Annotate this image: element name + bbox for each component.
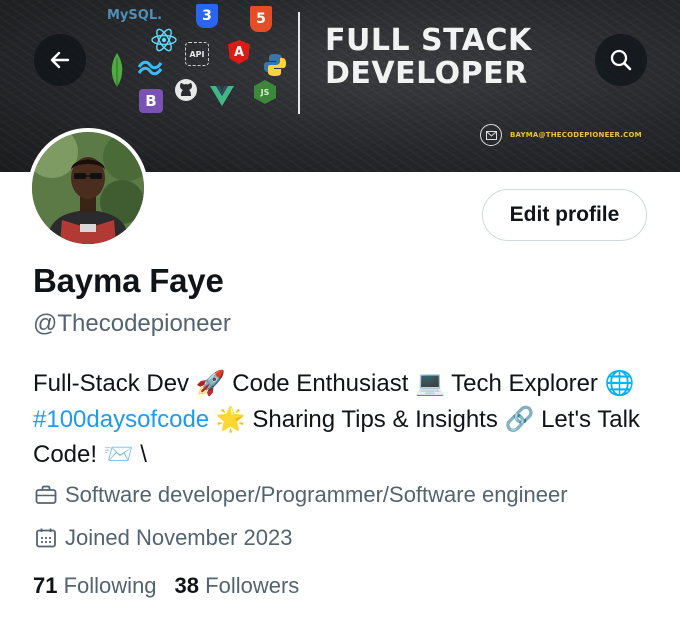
api-logo: API: [185, 42, 209, 66]
profile-job-text: Software developer/Programmer/Software e…: [65, 482, 568, 507]
followers-link[interactable]: 38 Followers: [175, 573, 300, 599]
tailwind-logo: [137, 60, 163, 76]
link-emoji: 🔗: [504, 404, 535, 433]
banner-title-line2: DEVELOPER: [325, 56, 528, 91]
profile-joined-text: Joined November 2023: [65, 525, 293, 550]
banner-title-line1: FULL STACK: [325, 23, 532, 58]
edit-profile-button[interactable]: Edit profile: [482, 189, 647, 241]
calendar-icon: [36, 528, 56, 548]
laptop-emoji: 💻: [415, 369, 445, 397]
following-count: 71: [33, 573, 58, 598]
banner-email: BAYMA@THECODEPIONEER.COM: [480, 124, 642, 146]
react-logo: [150, 28, 178, 52]
profile-job: Software developer/Programmer/Software e…: [35, 482, 568, 508]
search-icon: [610, 49, 632, 71]
bio-text: \: [133, 441, 147, 468]
back-button[interactable]: [34, 34, 86, 86]
github-icon: [175, 79, 197, 101]
banner-divider: [298, 12, 300, 114]
bio-text: Tech Explorer: [444, 370, 605, 397]
globe-emoji: 🌐: [604, 369, 635, 397]
following-link[interactable]: 71 Following: [33, 573, 157, 599]
envelope-emoji: 📨: [103, 440, 134, 468]
nodejs-logo-text: JS: [260, 87, 270, 97]
python-icon: [264, 54, 286, 76]
bio-text: Code Enthusiast: [225, 370, 416, 397]
bootstrap-logo: B: [139, 89, 163, 113]
mysql-logo-text: MySQL.: [107, 8, 163, 23]
bio-text: [209, 406, 216, 433]
bio-text: Full-Stack Dev: [33, 370, 196, 397]
leaf-icon: [111, 53, 123, 87]
github-logo: [174, 78, 198, 102]
banner-title: FULL STACK DEVELOPER: [325, 24, 532, 90]
followers-count: 38: [174, 573, 200, 598]
avatar[interactable]: [28, 128, 148, 248]
edit-profile-label: Edit profile: [509, 203, 620, 226]
css3-logo: 3: [196, 4, 218, 28]
profile-joined: Joined November 2023: [35, 525, 292, 551]
banner-email-text: BAYMA@THECODEPIONEER.COM: [510, 131, 642, 139]
bootstrap-logo-text: B: [145, 92, 157, 110]
star-emoji: 🌟: [215, 404, 246, 433]
followers-label: Followers: [205, 573, 300, 598]
follow-stats: 71 Following 38 Followers: [33, 573, 299, 599]
mail-icon: [480, 124, 502, 146]
search-button[interactable]: [595, 34, 647, 86]
python-logo: [262, 52, 288, 78]
tailwind-icon: [137, 60, 163, 76]
following-label: Following: [63, 573, 157, 598]
vue-icon: [210, 86, 234, 106]
html5-logo-text: 5: [256, 11, 266, 27]
user-handle: @Thecodepioneer: [33, 310, 231, 337]
display-name: Bayma Faye: [33, 262, 224, 299]
mysql-logo: MySQL.: [107, 8, 162, 23]
rocket-emoji: 🚀: [195, 369, 226, 397]
html5-logo: 5: [250, 6, 272, 32]
angular-logo-text: A: [233, 44, 245, 60]
arrow-left-icon: [50, 51, 70, 69]
vue-logo: [209, 84, 235, 108]
bio: Full-Stack Dev 🚀 Code Enthusiast 💻 Tech …: [33, 366, 653, 473]
api-logo-text: API: [189, 49, 205, 59]
bio-text: Sharing Tips & Insights: [245, 405, 505, 433]
mongodb-logo: [108, 52, 126, 88]
profile-photo: [32, 132, 144, 244]
react-icon: [151, 28, 177, 52]
hashtag-link[interactable]: #100daysofcode: [33, 406, 209, 433]
briefcase-icon: [35, 485, 57, 504]
